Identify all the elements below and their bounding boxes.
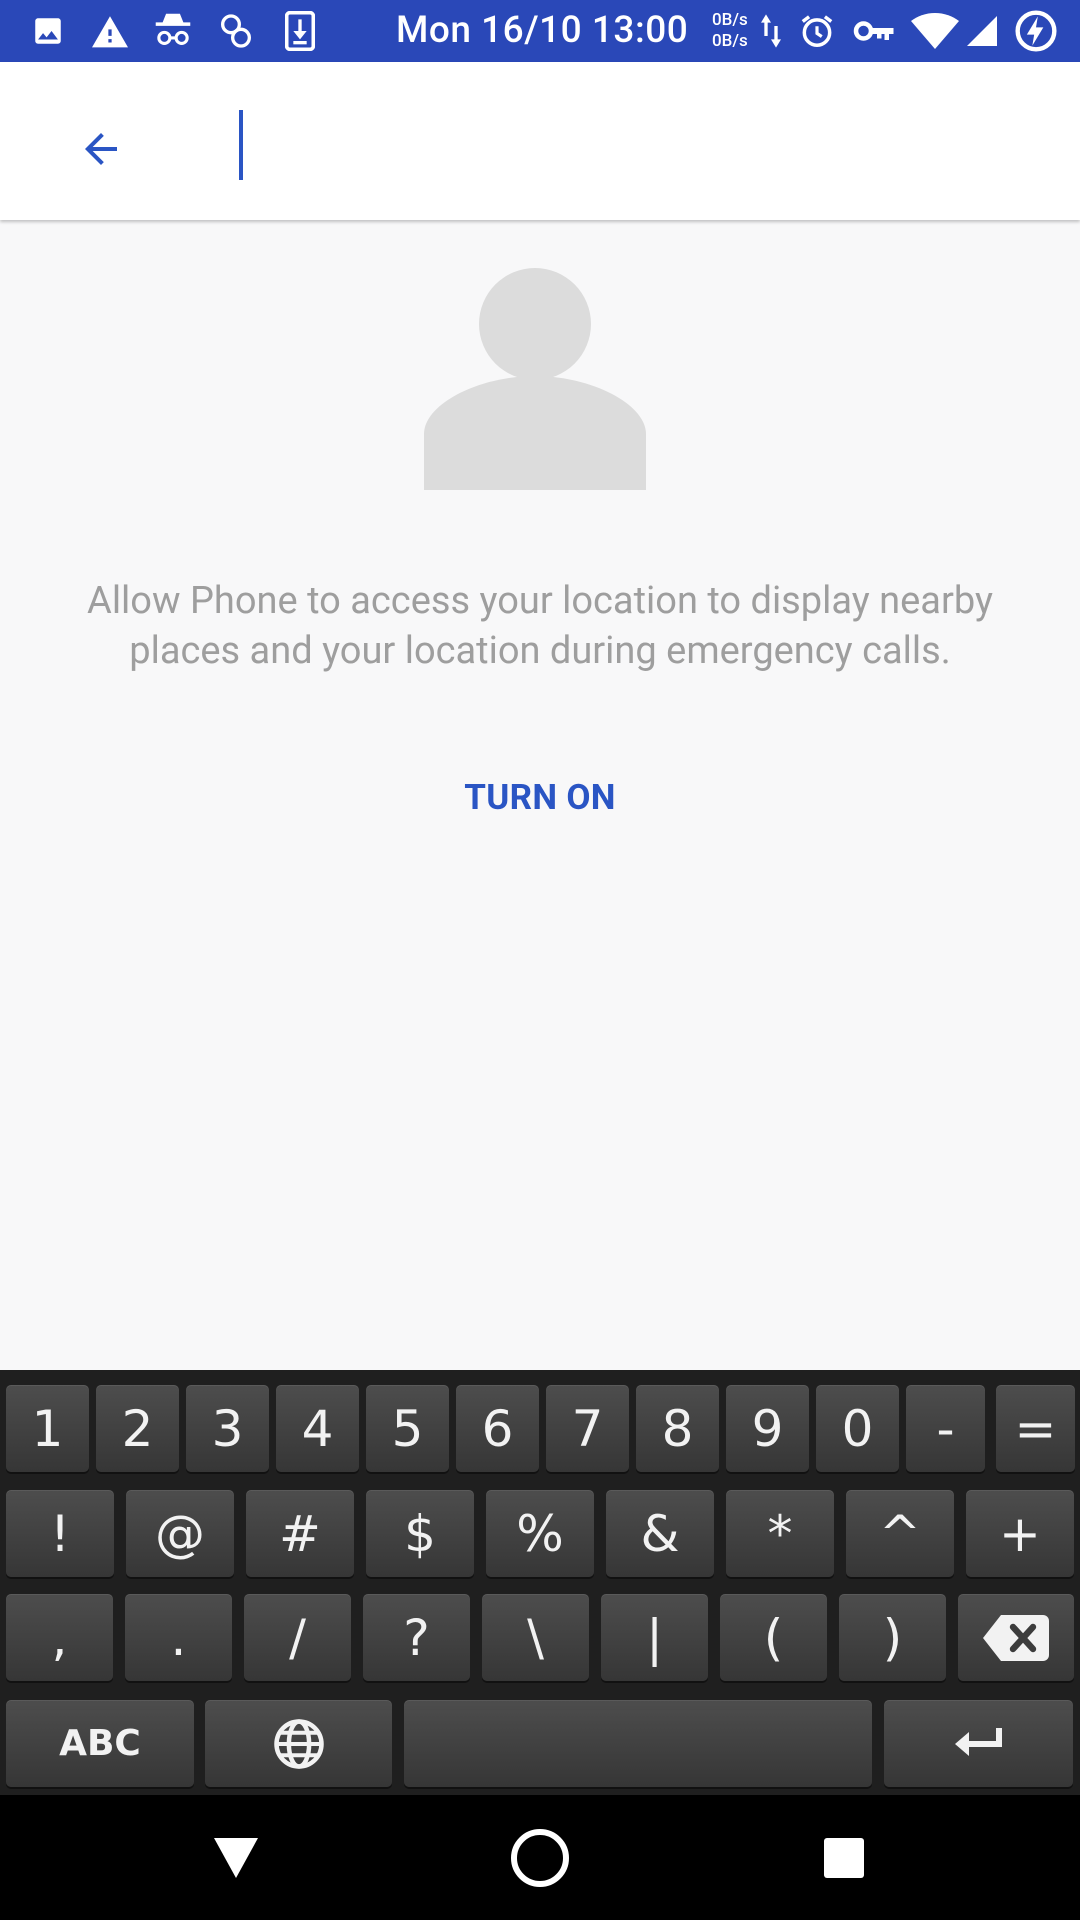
location-permission-panel: Allow Phone to access your location to d… — [0, 220, 1080, 1370]
nav-recents-button[interactable] — [784, 1795, 904, 1920]
key-1[interactable]: 1 — [6, 1385, 89, 1472]
arrow-back-icon — [85, 133, 117, 165]
nav-home-button[interactable] — [480, 1795, 600, 1920]
key-9[interactable]: 9 — [726, 1385, 809, 1472]
upload-speed: 0B/s — [712, 10, 748, 30]
search-bar — [0, 62, 1080, 220]
key-comma[interactable]: , — [6, 1594, 113, 1681]
key-3[interactable]: 3 — [186, 1385, 269, 1472]
navigation-bar — [0, 1795, 1080, 1920]
key-pipe[interactable]: | — [601, 1594, 708, 1681]
recents-square-icon — [824, 1837, 864, 1878]
key-period[interactable]: . — [125, 1594, 232, 1681]
nav-back-button[interactable] — [176, 1795, 296, 1920]
key-space[interactable] — [404, 1700, 872, 1787]
back-button[interactable] — [66, 114, 136, 184]
wifi-icon — [910, 0, 960, 62]
key-percent[interactable]: % — [486, 1490, 594, 1577]
key-backspace[interactable] — [958, 1594, 1074, 1681]
key-equals[interactable]: = — [996, 1385, 1075, 1472]
key-enter[interactable] — [884, 1700, 1073, 1787]
key-question[interactable]: ? — [363, 1594, 470, 1681]
status-bar: Mon 16/10 13:00 0B/s 0B/s — [0, 0, 1080, 62]
incognito-icon — [150, 0, 196, 62]
person-icon — [424, 268, 646, 490]
turn-on-button[interactable]: TURN ON — [440, 768, 640, 828]
text-cursor — [239, 110, 243, 180]
key-7[interactable]: 7 — [546, 1385, 629, 1472]
status-time: Mon 16/10 13:00 — [396, 9, 689, 52]
alarm-icon — [796, 0, 838, 62]
location-message: Allow Phone to access your location to d… — [87, 579, 993, 673]
download-icon — [282, 0, 318, 62]
globe-icon — [273, 1718, 324, 1769]
search-input[interactable] — [236, 102, 1020, 190]
key-5[interactable]: 5 — [366, 1385, 449, 1472]
key-abc[interactable]: ABC — [6, 1700, 194, 1787]
enter-icon — [954, 1727, 1002, 1756]
key-hash[interactable]: # — [246, 1490, 354, 1577]
key-slash[interactable]: / — [244, 1594, 351, 1681]
key-at[interactable]: @ — [126, 1490, 234, 1577]
keyboard: 1 2 3 4 5 6 7 8 9 0 - = ! @ # $ % & * ^ … — [0, 1370, 1080, 1795]
key-4[interactable]: 4 — [276, 1385, 359, 1472]
image-icon — [28, 0, 68, 62]
key-exclamation[interactable]: ! — [6, 1490, 114, 1577]
key-minus[interactable]: - — [906, 1385, 985, 1472]
battery-charging-icon — [1012, 0, 1060, 62]
key-0[interactable]: 0 — [816, 1385, 899, 1472]
download-speed: 0B/s — [712, 31, 748, 51]
key-open-paren[interactable]: ( — [720, 1594, 827, 1681]
key-caret[interactable]: ^ — [846, 1490, 954, 1577]
key-ampersand[interactable]: & — [606, 1490, 714, 1577]
backspace-icon — [983, 1614, 1049, 1661]
key-6[interactable]: 6 — [456, 1385, 539, 1472]
signal-icon — [962, 0, 1002, 62]
key-dollar[interactable]: $ — [366, 1490, 474, 1577]
network-speed: 0B/s 0B/s — [712, 10, 760, 52]
key-backslash[interactable]: \ — [482, 1594, 589, 1681]
key-icon — [852, 0, 896, 62]
home-circle-icon — [511, 1828, 569, 1887]
key-8[interactable]: 8 — [636, 1385, 719, 1472]
back-triangle-icon — [214, 1837, 258, 1878]
data-arrows-icon — [758, 0, 784, 62]
key-asterisk[interactable]: * — [726, 1490, 834, 1577]
key-close-paren[interactable]: ) — [839, 1594, 946, 1681]
warning-icon — [88, 0, 132, 62]
key-plus[interactable]: + — [966, 1490, 1074, 1577]
key-2[interactable]: 2 — [96, 1385, 179, 1472]
link-icon — [214, 0, 258, 62]
key-language[interactable] — [205, 1700, 392, 1787]
